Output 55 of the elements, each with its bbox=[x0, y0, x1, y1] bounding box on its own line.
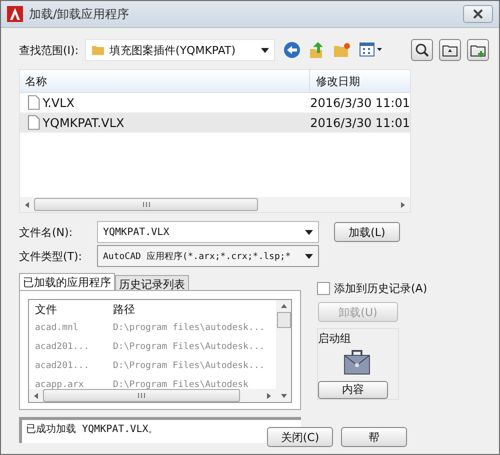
horizontal-scrollbar[interactable] bbox=[29, 389, 276, 402]
app-path: D:\program files\autodesk... bbox=[113, 322, 265, 332]
app-path: D:\Program Files\Autodesk bbox=[113, 380, 248, 389]
close-icon bbox=[472, 9, 484, 19]
window-title: 加载/卸载应用程序 bbox=[29, 6, 130, 22]
tab[interactable]: 历史记录列表 bbox=[115, 275, 189, 290]
load-button[interactable]: 加载(L) bbox=[334, 222, 400, 242]
tab[interactable]: 已加载的应用程序 bbox=[19, 273, 115, 290]
app-logo-icon bbox=[7, 6, 23, 22]
look-in-label: 查找范围(I): bbox=[19, 42, 79, 58]
dialog-button[interactable]: 关闭(C) bbox=[267, 427, 333, 447]
contents-button[interactable]: 内容 bbox=[318, 380, 388, 399]
horizontal-scrollbar[interactable] bbox=[20, 197, 410, 212]
views-menu-icon[interactable] bbox=[358, 42, 383, 58]
file-date: 2016/3/30 11:01 bbox=[310, 96, 410, 110]
column-header[interactable]: 路径 bbox=[113, 302, 135, 316]
checkbox[interactable] bbox=[317, 282, 330, 295]
app-path: D:\Program Files\Autodesk... bbox=[113, 360, 265, 370]
dialog-button[interactable]: 帮 bbox=[341, 427, 407, 447]
file-type-dropdown[interactable]: AutoCAD 应用程序(*.arx;*.crx;*.lsp;* bbox=[97, 245, 319, 267]
app-file-name: acad201... bbox=[34, 342, 90, 352]
scroll-thumb[interactable] bbox=[276, 312, 290, 328]
caret-icon bbox=[260, 48, 269, 52]
checkbox-label: 添加到历史记录(A) bbox=[334, 281, 428, 296]
app-file-name: acad.mnl bbox=[34, 322, 80, 332]
vertical-scrollbar[interactable] bbox=[276, 300, 291, 402]
column-header[interactable]: 文件 bbox=[29, 302, 113, 316]
file-icon bbox=[28, 115, 40, 130]
folder-icon bbox=[90, 43, 105, 57]
app-file-name: acapp.arx bbox=[34, 380, 85, 389]
group-title: 启动组 bbox=[318, 331, 351, 346]
find-file-button[interactable] bbox=[411, 39, 433, 61]
look-in-dropdown[interactable]: 填充图案插件(YQMKPAT) bbox=[84, 39, 275, 61]
new-folder-icon[interactable] bbox=[332, 42, 351, 58]
close-button[interactable] bbox=[463, 5, 493, 23]
file-date: 2016/3/30 11:01 bbox=[310, 116, 410, 130]
file-name-field[interactable]: YQMKPAT.VLX bbox=[97, 221, 319, 243]
column-header[interactable]: 名称 bbox=[20, 70, 310, 92]
file-name-label: 文件名(N): bbox=[19, 224, 74, 240]
file-name: YQMKPAT.VLX bbox=[42, 116, 126, 130]
file-name: Y.VLX bbox=[42, 96, 76, 110]
back-icon[interactable] bbox=[282, 41, 301, 59]
up-folder-icon[interactable] bbox=[308, 41, 325, 59]
app-path: D:\Program Files\Autodesk... bbox=[113, 342, 265, 352]
briefcase-icon bbox=[342, 350, 372, 375]
caret-icon bbox=[305, 254, 313, 258]
search-icon bbox=[414, 42, 430, 58]
add-folder-button[interactable] bbox=[467, 39, 489, 61]
app-file-name: acad201... bbox=[34, 360, 90, 370]
file-type-label: 文件类型(T): bbox=[19, 248, 84, 264]
file-row[interactable]: YQMKPAT.VLX 2016/3/30 11:01 bbox=[20, 113, 410, 133]
column-header[interactable]: 修改日期 bbox=[310, 74, 360, 88]
caret-icon bbox=[305, 230, 313, 234]
file-icon bbox=[28, 95, 40, 110]
folder-button[interactable] bbox=[439, 39, 461, 61]
